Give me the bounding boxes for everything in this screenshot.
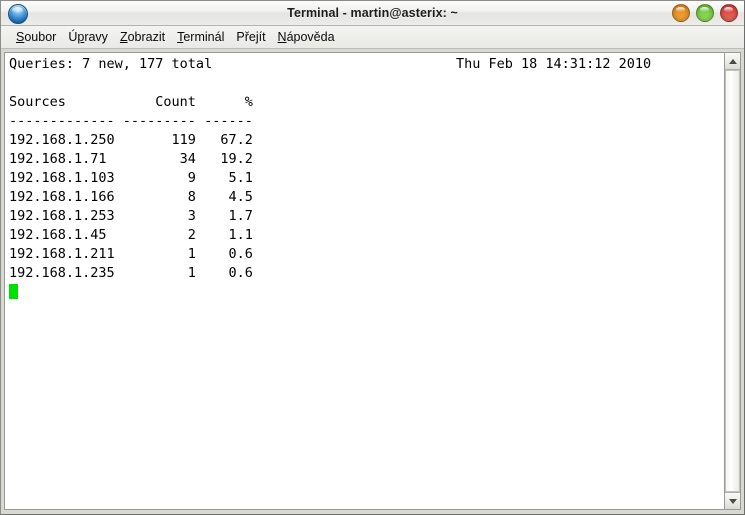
menu-label-post: obrazit [127, 29, 166, 44]
title-bar[interactable]: Terminal - martin@asterix: ~ [1, 1, 744, 26]
menu-item-napoveda[interactable]: Nápověda [272, 29, 341, 46]
menu-label-post: erminál [183, 29, 225, 44]
block-cursor [9, 284, 18, 299]
menu-label-pre: Ú [68, 29, 78, 44]
terminal-scrollbar[interactable] [724, 52, 741, 510]
terminal-area: Queries: 7 new, 177 total Thu Feb 18 14:… [1, 49, 744, 514]
menu-item-zobrazit[interactable]: Zobrazit [114, 29, 171, 46]
menu-mnemonic: Z [119, 29, 128, 44]
menu-label-post: ravy [84, 29, 108, 44]
terminal-output: Queries: 7 new, 177 total Thu Feb 18 14:… [5, 53, 724, 302]
menu-item-terminal[interactable]: Terminál [171, 29, 230, 46]
menu-label-post: ít [258, 29, 266, 44]
maximize-button[interactable] [696, 4, 714, 22]
menu-item-upravy[interactable]: Úpravy [62, 29, 114, 46]
menu-label-post: oubor [24, 29, 57, 44]
scroll-down-arrow-icon [728, 498, 737, 504]
menu-bar: Soubor Úpravy Zobrazit Terminál Přejít N… [1, 26, 744, 49]
scrollbar-thumb[interactable] [725, 70, 740, 492]
terminal-window: Terminal - martin@asterix: ~ Soubor Úpra… [0, 0, 745, 515]
minimize-button[interactable] [672, 4, 690, 22]
scroll-up-button[interactable] [725, 53, 740, 70]
scrollbar-track[interactable] [725, 70, 740, 492]
menu-label-post: ápověda [286, 29, 335, 44]
window-controls [672, 1, 738, 25]
scroll-down-button[interactable] [725, 492, 740, 509]
menu-item-soubor[interactable]: Soubor [10, 29, 62, 46]
menu-mnemonic: N [277, 29, 287, 44]
close-button[interactable] [720, 4, 738, 22]
window-menu-icon[interactable] [8, 4, 28, 24]
terminal-screen[interactable]: Queries: 7 new, 177 total Thu Feb 18 14:… [4, 52, 724, 510]
window-title: Terminal - martin@asterix: ~ [287, 6, 458, 20]
terminal-body-text: Queries: 7 new, 177 total Thu Feb 18 14:… [9, 56, 652, 281]
menu-label-pre: Pře [236, 29, 256, 44]
menu-item-prejit[interactable]: Přejít [230, 29, 271, 46]
scroll-up-arrow-icon [728, 58, 737, 64]
